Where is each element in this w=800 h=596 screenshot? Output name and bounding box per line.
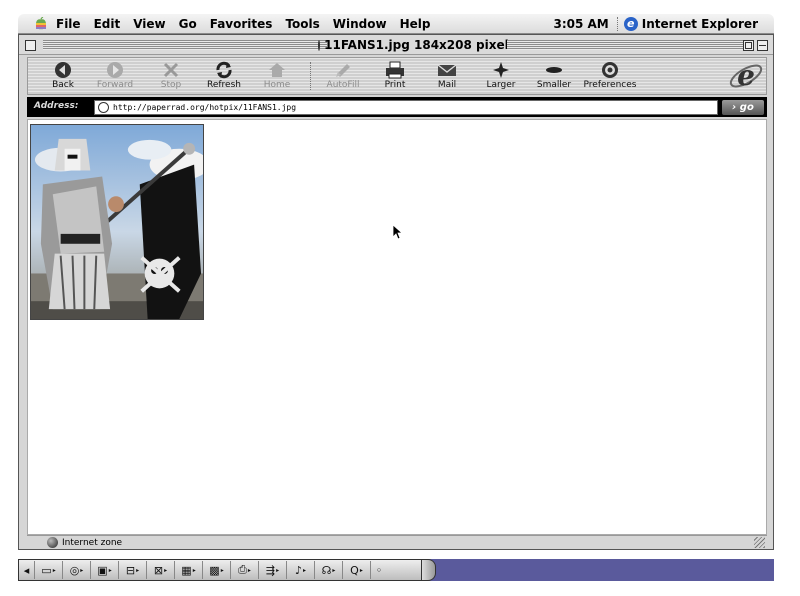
menu-tools[interactable]: Tools — [285, 17, 319, 31]
control-strip-background: ◂ ▭ ▸ ◎ ▸ ▣ ▸ ⊟ ▸ ⊠ ▸ ▦ ▸ ▩ ▸ ⎙ ▸ ⇶ ▸ ♪ ▸ ☊ ▸ Q ▸ ◦ — [18, 559, 774, 581]
appletalk-module-icon[interactable]: ▭ ▸ — [35, 561, 63, 579]
file-sharing-module-icon[interactable]: ▣ ▸ — [91, 561, 119, 579]
stop-x-icon — [142, 60, 200, 80]
security-zone-text: Internet zone — [62, 537, 123, 548]
preferences-label: Preferences — [583, 80, 637, 90]
autofill-button[interactable]: AutoFill — [314, 60, 372, 94]
strip-end-icon: ◦ — [375, 563, 383, 577]
larger-label: Larger — [486, 80, 516, 90]
svg-text:e: e — [737, 59, 755, 92]
forward-arrow-icon — [86, 60, 144, 80]
refresh-button[interactable]: Refresh — [195, 60, 253, 94]
zoom-box-button[interactable] — [743, 40, 754, 51]
window-title: 11FANS1.jpg 184x208 pixels — [324, 38, 516, 52]
url-proxy-icon[interactable] — [98, 102, 109, 113]
mouse-pointer-icon — [392, 224, 404, 240]
menu-help[interactable]: Help — [400, 17, 431, 31]
collapse-box-button[interactable] — [757, 40, 768, 51]
print-label: Print — [384, 80, 406, 90]
mail-button[interactable]: Mail — [418, 60, 476, 94]
internet-explorer-logo-icon[interactable]: e — [728, 58, 764, 94]
remote-access-module-icon[interactable]: ⇶ ▸ — [259, 561, 287, 579]
autofill-label: AutoFill — [326, 80, 360, 90]
smaller-label: Smaller — [536, 80, 572, 90]
menubar-clock[interactable]: 3:05 AM — [553, 17, 608, 31]
menu-view[interactable]: View — [133, 17, 165, 31]
application-menu[interactable]: Internet Explorer — [642, 17, 758, 31]
autofill-icon — [314, 60, 372, 80]
menu-edit[interactable]: Edit — [94, 17, 121, 31]
window-title-container: 11FANS1.jpg 184x208 pixels — [318, 37, 516, 53]
internet-explorer-icon: e — [623, 16, 638, 31]
titlebar-stripes-right — [507, 40, 743, 50]
window-titlebar[interactable]: 11FANS1.jpg 184x208 pixels — [19, 35, 773, 55]
monitor-resolution-module-icon[interactable]: ▩ ▸ — [203, 561, 231, 579]
menu-file[interactable]: File — [56, 17, 81, 31]
printer-module-icon[interactable]: ⎙ ▸ — [231, 561, 259, 579]
apple-menu-icon[interactable] — [34, 16, 48, 31]
stop-button[interactable]: Stop — [142, 60, 200, 94]
forward-label: Forward — [96, 80, 134, 90]
mail-label: Mail — [437, 80, 457, 90]
internet-zone-icon — [47, 537, 58, 548]
preferences-button[interactable]: Preferences — [581, 60, 639, 94]
browser-window: 11FANS1.jpg 184x208 pixels Back Forward … — [18, 34, 774, 550]
monitor-bit-depth-module-icon[interactable]: ▦ ▸ — [175, 561, 203, 579]
control-strip: ◂ ▭ ▸ ◎ ▸ ▣ ▸ ⊟ ▸ ⊠ ▸ ▦ ▸ ▩ ▸ ⎙ ▸ ⇶ ▸ ♪ ▸ ☊ ▸ Q ▸ ◦ — [18, 559, 422, 581]
printer-icon — [366, 60, 424, 80]
menubar-separator — [616, 16, 618, 31]
sound-volume-module-icon[interactable]: ♪ ▸ — [287, 561, 315, 579]
keychain-module-icon[interactable]: ⊟ ▸ — [119, 561, 147, 579]
menu-bar: File Edit View Go Favorites Tools Window… — [18, 14, 774, 34]
home-label: Home — [263, 80, 291, 90]
go-label: go — [739, 102, 754, 113]
print-button[interactable]: Print — [366, 60, 424, 94]
menu-favorites[interactable]: Favorites — [210, 17, 273, 31]
control-strip-tab[interactable] — [422, 559, 436, 581]
browser-toolbar: Back Forward Stop Refresh Home AutoFill … — [27, 57, 767, 95]
menu-window[interactable]: Window — [333, 17, 387, 31]
back-label: Back — [52, 80, 74, 90]
page-content — [27, 119, 767, 535]
displayed-jpeg-image[interactable] — [30, 124, 204, 320]
back-arrow-icon — [34, 60, 92, 80]
address-label: Address: — [34, 101, 79, 111]
cd-player-module-icon[interactable]: ◎ ▸ — [63, 561, 91, 579]
stop-label: Stop — [160, 80, 182, 90]
close-box-button[interactable] — [25, 40, 36, 51]
toolbar-divider — [310, 62, 311, 90]
go-arrow-icon: › — [732, 102, 737, 113]
location-manager-module-icon[interactable]: ⊠ ▸ — [147, 561, 175, 579]
status-bar: Internet zone — [27, 535, 767, 549]
titlebar-stripes-left — [43, 40, 327, 50]
refresh-icon — [195, 60, 253, 80]
address-bar: Address: http://paperrad.org/hotpix/11FA… — [27, 97, 767, 117]
back-button[interactable]: Back — [34, 60, 92, 94]
home-button[interactable]: Home — [248, 60, 306, 94]
control-strip-collapse-icon[interactable]: ◂ — [19, 561, 35, 579]
menu-go[interactable]: Go — [179, 17, 197, 31]
larger-text-icon — [472, 60, 530, 80]
home-icon — [248, 60, 306, 80]
address-url[interactable]: http://paperrad.org/hotpix/11FANS1.jpg — [113, 103, 296, 112]
resize-grow-box[interactable] — [754, 537, 765, 548]
quicktime-module-icon[interactable]: Q ▸ — [343, 561, 371, 579]
larger-text-button[interactable]: Larger — [472, 60, 530, 94]
refresh-label: Refresh — [207, 80, 241, 90]
forward-button[interactable]: Forward — [86, 60, 144, 94]
preferences-icon — [581, 60, 639, 80]
speech-module-icon[interactable]: ☊ ▸ — [315, 561, 343, 579]
go-button[interactable]: › go — [722, 100, 764, 115]
smaller-text-button[interactable]: Smaller — [525, 60, 583, 94]
mail-icon — [418, 60, 476, 80]
smaller-text-icon — [525, 60, 583, 80]
address-field[interactable]: http://paperrad.org/hotpix/11FANS1.jpg — [94, 100, 718, 115]
